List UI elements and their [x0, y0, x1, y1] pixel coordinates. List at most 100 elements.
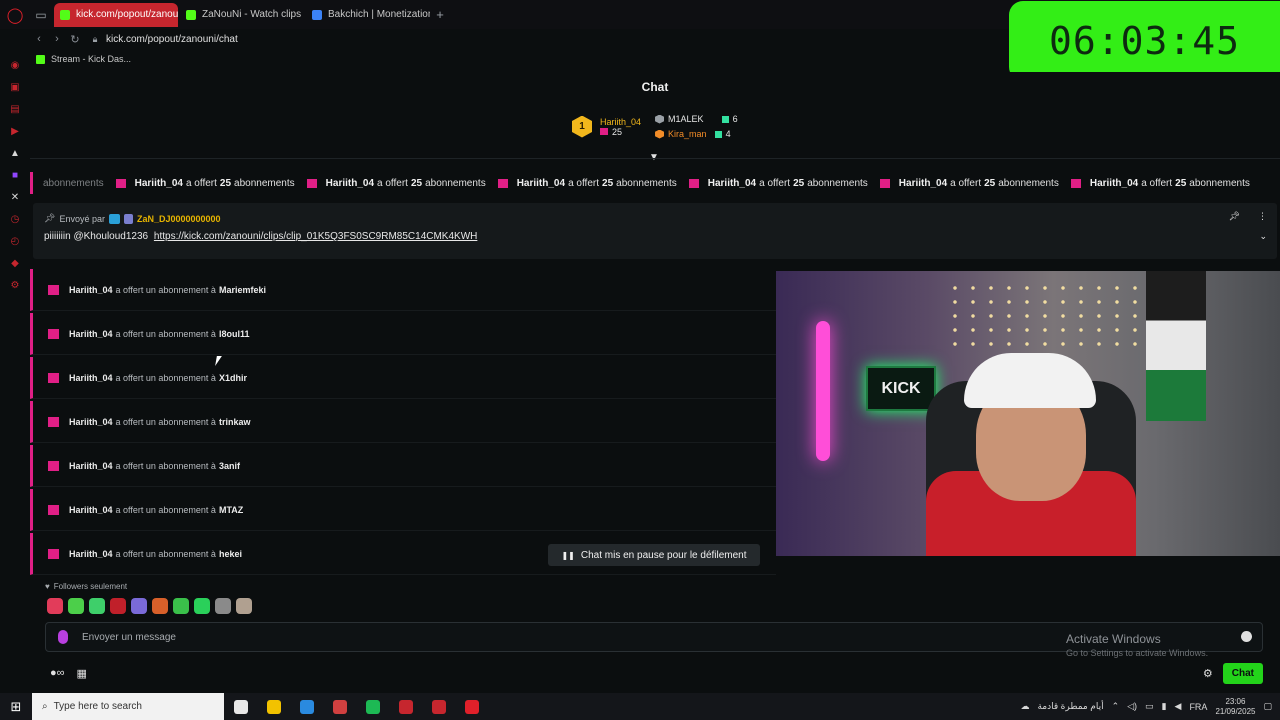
taskbar-search[interactable]: ⌕ Type here to search — [32, 693, 224, 720]
extensions-icon[interactable]: ◆ — [8, 256, 22, 270]
chat-message[interactable]: Hariith_04 a offert un abonnement à 3anif — [30, 445, 776, 487]
taskbar-app-4[interactable] — [356, 693, 389, 720]
volume-icon[interactable]: ◁) — [1127, 701, 1137, 712]
ticker-user[interactable]: Hariith_04 — [517, 178, 565, 189]
gift-icon — [48, 284, 59, 295]
chat-message[interactable]: Hariith_04 a offert un abonnement à trinka… — [30, 401, 776, 443]
clock-icon[interactable]: ◴ — [8, 234, 22, 248]
message-user[interactable]: Hariith_04 — [69, 329, 113, 339]
message-recipient[interactable]: trinkaw — [219, 417, 251, 427]
taskbar-app-7[interactable] — [455, 693, 488, 720]
x-icon[interactable]: ✕ — [8, 190, 22, 204]
back-arrow-icon[interactable]: ‹ — [30, 33, 48, 45]
emoji-smile-icon[interactable] — [1241, 631, 1252, 642]
leaderboard-second[interactable]: M1ALEK 6 — [655, 114, 738, 124]
speaker-icon[interactable]: ◀ — [1175, 701, 1182, 712]
message-user[interactable]: Hariith_04 — [69, 505, 113, 515]
aria-icon[interactable]: ▲ — [8, 146, 22, 160]
ticker-user[interactable]: Hariith_04 — [708, 178, 756, 189]
emote-4[interactable] — [131, 598, 147, 614]
emote-7[interactable] — [194, 598, 210, 614]
ticker-user[interactable]: Hariith_04 — [326, 178, 374, 189]
kickbot-infinity-icon[interactable]: ●∞ — [50, 667, 65, 679]
taskbar-app-2[interactable] — [290, 693, 323, 720]
emote-3[interactable] — [110, 598, 126, 614]
ticker-user[interactable]: Hariith_04 — [1090, 178, 1138, 189]
youtube-icon[interactable]: ▶ — [8, 124, 22, 138]
message-user[interactable]: Hariith_04 — [69, 417, 113, 427]
store-icon[interactable]: ▦ — [77, 667, 87, 680]
taskbar-app-6[interactable] — [422, 693, 455, 720]
emote-8[interactable] — [215, 598, 231, 614]
ticker-user[interactable]: Hariith_04 — [899, 178, 947, 189]
emote-0[interactable] — [47, 598, 63, 614]
message-input[interactable]: Envoyer un message — [82, 632, 176, 643]
workspaces-icon[interactable]: ▭ — [30, 8, 52, 22]
pinned-user[interactable]: ZaN_DJ0000000000 — [137, 214, 221, 224]
history-icon[interactable]: ◷ — [8, 212, 22, 226]
taskbar-clock[interactable]: 23:06 21/09/2025 — [1215, 697, 1255, 717]
twitch-icon[interactable]: ■ — [8, 168, 22, 182]
message-recipient[interactable]: X1dhir — [219, 373, 247, 383]
mic-tray-icon[interactable]: ▮ — [1162, 701, 1167, 712]
message-user[interactable]: Hariith_04 — [69, 285, 113, 295]
tab-zanouni-clips[interactable]: ZaNouNi - Watch clips on — [180, 3, 304, 27]
chat-paused-banner[interactable]: ❚❚ Chat mis en pause pour le défilement — [548, 544, 760, 566]
send-chat-button[interactable]: Chat — [1222, 662, 1263, 684]
forward-arrow-icon[interactable]: › — [48, 33, 66, 45]
chat-icon[interactable]: ▤ — [8, 102, 22, 116]
notifications-icon[interactable]: ▢ — [1263, 701, 1272, 712]
chat-message[interactable]: Hariith_04 a offert un abonnement à l8oul1… — [30, 313, 776, 355]
emote-2[interactable] — [89, 598, 105, 614]
settings-icon[interactable]: ⚙ — [8, 278, 22, 292]
emote-6[interactable] — [173, 598, 189, 614]
network-icon[interactable]: ▭ — [1145, 701, 1154, 712]
message-recipient[interactable]: Mariemfeki — [219, 285, 266, 295]
chat-message[interactable]: Hariith_04 a offert un abonnement à Mariem… — [30, 269, 776, 311]
opera-logo-icon[interactable]: ◯ — [0, 0, 30, 29]
emote-1[interactable] — [68, 598, 84, 614]
emote-5[interactable] — [152, 598, 168, 614]
mic-icon[interactable] — [58, 630, 68, 644]
reload-icon[interactable]: ↻ — [66, 33, 84, 46]
taskbar-app-0[interactable] — [224, 693, 257, 720]
messenger-icon[interactable]: ◉ — [8, 58, 22, 72]
message-user[interactable]: Hariith_04 — [69, 373, 113, 383]
message-recipient[interactable]: 3anif — [219, 461, 240, 471]
search-icon: ⌕ — [42, 701, 48, 712]
ticker-user[interactable]: Hariith_04 — [135, 178, 183, 189]
taskbar-app-1[interactable] — [257, 693, 290, 720]
tray-chevron-up-icon[interactable]: ⌃ — [1112, 701, 1120, 712]
url-field[interactable]: kick.com/popout/zanouni/chat — [106, 34, 238, 45]
discord-icon[interactable]: ▣ — [8, 80, 22, 94]
windows-start-icon[interactable]: ⊞ — [0, 693, 32, 720]
message-recipient[interactable]: hekei — [219, 549, 242, 559]
taskbar-app-3[interactable] — [323, 693, 356, 720]
tab-kick-popout[interactable]: kick.com/popout/zanouni — [54, 2, 178, 27]
new-tab-plus-icon[interactable]: + — [430, 7, 450, 22]
taskbar-app-5[interactable] — [389, 693, 422, 720]
message-verb: a offert un abonnement à — [115, 460, 216, 471]
app-icon — [233, 699, 248, 714]
chat-settings-gear-icon[interactable]: ⚙ — [1203, 667, 1213, 680]
bookmark-stream-kick[interactable]: Stream - Kick Das... — [51, 54, 131, 64]
emote-9[interactable] — [236, 598, 252, 614]
leaderboard-third[interactable]: Kira_man 4 — [655, 129, 738, 139]
weather-text[interactable]: أيام ممطرة قادمة — [1037, 701, 1103, 712]
leaderboard-first[interactable]: Hariith_04 25 — [600, 117, 641, 137]
pin-toggle-icon[interactable]: 📌︎ — [1229, 211, 1240, 222]
message-recipient[interactable]: l8oul11 — [219, 329, 250, 339]
ticker-count: 25 — [1175, 177, 1187, 189]
language-indicator[interactable]: FRA — [1189, 702, 1207, 712]
ticker-count: 25 — [410, 177, 423, 189]
message-recipient[interactable]: MTAZ — [219, 505, 243, 515]
message-user[interactable]: Hariith_04 — [69, 461, 113, 471]
pinned-clip-link[interactable]: https://kick.com/zanouni/clips/clip_01K5… — [154, 231, 477, 242]
message-user[interactable]: Hariith_04 — [69, 549, 113, 559]
taskbar-search-input[interactable]: Type here to search — [54, 701, 142, 712]
expand-chevron-down-icon[interactable]: ⌄ — [1259, 231, 1267, 242]
more-options-icon[interactable]: ⋮ — [1258, 211, 1267, 222]
chat-message[interactable]: Hariith_04 a offert un abonnement à X1dhir — [30, 357, 776, 399]
tab-bakchich[interactable]: Bakchich | Monetization f — [306, 3, 430, 27]
chat-message[interactable]: Hariith_04 a offert un abonnement à MTAZ — [30, 489, 776, 531]
